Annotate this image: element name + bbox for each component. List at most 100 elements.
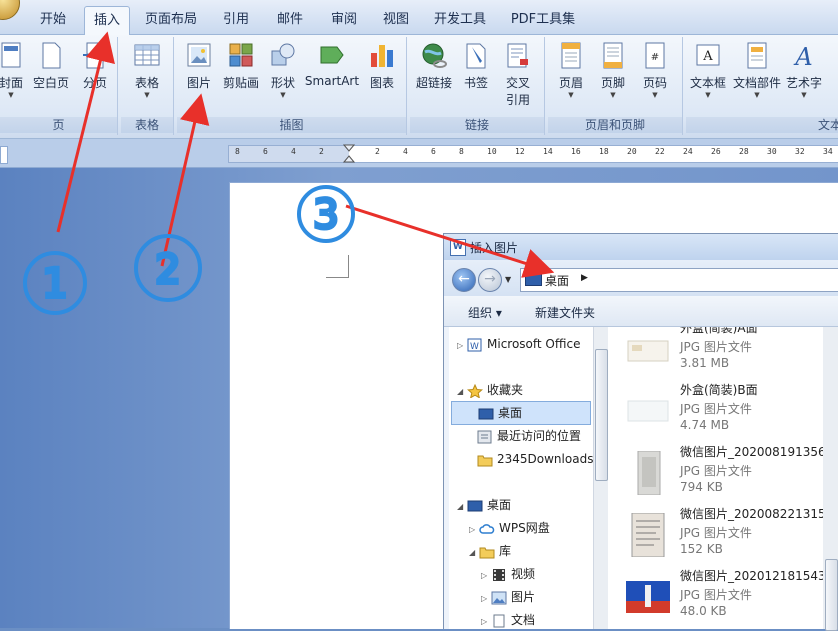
word-icon: W (450, 239, 466, 256)
group-table-label: 表格 (121, 117, 173, 133)
file-name: 外盒(简装)A面 (680, 327, 758, 335)
vertical-ruler (0, 146, 8, 164)
expand-icon[interactable]: ▷ (481, 611, 491, 629)
collapse-icon[interactable]: ◢ (457, 381, 467, 403)
cross-reference-button[interactable]: 交叉 引用 (500, 41, 536, 108)
nav-item-videos[interactable]: ▷ 视频 (481, 563, 535, 585)
ribbon-tab-bar: 开始 插入 页面布局 引用 邮件 审阅 视图 开发工具 PDF工具集 (0, 0, 838, 35)
nav-item-library[interactable]: ◢ 库 (469, 540, 511, 562)
ruler-tick-label: 20 (627, 147, 637, 156)
nav-label: 图片 (511, 590, 536, 604)
indent-marker-icon[interactable] (343, 144, 355, 164)
table-button[interactable]: 表格 ▼ (129, 41, 165, 99)
nav-item-documents[interactable]: ▷ 文档 (481, 609, 535, 629)
expand-icon[interactable]: ▷ (457, 335, 467, 357)
cover-button[interactable]: 封面 ▼ (0, 41, 26, 99)
tab-home[interactable]: 开始 (30, 8, 76, 32)
tab-insert[interactable]: 插入 (84, 6, 130, 35)
chart-button[interactable]: 图表 (365, 41, 399, 91)
nav-item-pictures[interactable]: ▷ 图片 (481, 586, 535, 608)
word-icon: W (467, 338, 482, 352)
file-size: 48.0 KB (680, 604, 727, 618)
office-button[interactable] (0, 0, 20, 20)
file-item[interactable]: 外盒(简装)A面 JPG 图片文件 3.81 MB (608, 327, 823, 381)
nav-item-favorites[interactable]: ◢ 收藏夹 (457, 379, 523, 401)
blank-page-button[interactable]: 空白页 (30, 41, 72, 91)
page-number-button[interactable]: # 页码 ▼ (638, 41, 672, 99)
file-size: 4.74 MB (680, 418, 730, 432)
expand-icon[interactable]: ▷ (481, 565, 491, 587)
organize-button[interactable]: 组织 ▾ (468, 304, 502, 321)
file-item[interactable]: 微信图片_20200819135636 JPG 图片文件 794 KB (608, 443, 823, 505)
wordart-icon: A (793, 43, 812, 71)
file-item[interactable]: 微信图片_20201218154334 JPG 图片文件 48.0 KB (608, 567, 823, 629)
nav-item-desktop[interactable]: ◢ 桌面 (457, 494, 511, 516)
quick-parts-icon (747, 42, 767, 69)
ruler-margin (229, 146, 349, 162)
tab-view[interactable]: 视图 (374, 8, 418, 32)
tab-review[interactable]: 审阅 (322, 8, 366, 32)
hyperlink-button[interactable]: 超链接 (414, 41, 454, 91)
group-illustrations: 图片 剪贴画 形状 ▼ SmartArt 图表 插图 (177, 37, 407, 135)
blank-page-label: 空白页 (32, 76, 69, 90)
quick-parts-label: 文档部件 (732, 76, 781, 90)
scrollbar-thumb[interactable] (825, 559, 838, 631)
nav-item-ms-office[interactable]: ▷ W Microsoft Office (457, 333, 580, 355)
cover-page-icon (1, 42, 21, 68)
quick-parts-button[interactable]: 文档部件 ▼ (732, 41, 782, 99)
dialog-title: 插入图片 (470, 241, 519, 255)
nav-label: 桌面 (498, 406, 523, 420)
tab-mailings[interactable]: 邮件 (268, 8, 312, 32)
header-button[interactable]: 页眉 ▼ (554, 41, 588, 99)
arrow-right-icon: → (484, 271, 496, 287)
group-header-footer-label: 页眉和页脚 (548, 117, 682, 133)
ribbon: 封面 ▼ 空白页 分页 页 表格 ▼ 表格 图片 剪贴画 形状 ▼ SmartA… (0, 35, 838, 139)
expand-icon[interactable]: ▷ (469, 519, 479, 541)
page-break-button[interactable]: 分页 (78, 41, 112, 91)
picture-label: 图片 (186, 76, 211, 90)
horizontal-ruler[interactable]: 8 6 4 2 2 4 6 8 10 12 14 16 18 20 22 24 26 28 30 32 34 (228, 144, 838, 164)
clipart-button[interactable]: 剪贴画 (221, 41, 261, 91)
tab-pdf-tools[interactable]: PDF工具集 (505, 8, 581, 32)
collapse-icon[interactable]: ◢ (469, 542, 479, 564)
cross-reference-label-2: 引用 (505, 93, 530, 107)
footer-button[interactable]: 页脚 ▼ (596, 41, 630, 99)
file-type: JPG 图片文件 (680, 526, 752, 540)
back-button[interactable]: ← (452, 268, 476, 292)
address-field[interactable]: 桌面 ▶ (520, 268, 838, 292)
bookmark-button[interactable]: 书签 (458, 41, 494, 91)
file-item[interactable]: 外盒(简装)B面 JPG 图片文件 4.74 MB (608, 381, 823, 443)
tab-developer[interactable]: 开发工具 (428, 8, 492, 32)
file-item[interactable]: 微信图片_20200822131542 JPG 图片文件 152 KB (608, 505, 823, 567)
ruler-tick-label: 16 (571, 147, 581, 156)
wordart-button[interactable]: A 艺术字 ▼ (784, 41, 824, 99)
navigation-scrollbar[interactable] (593, 327, 608, 629)
nav-item-recent[interactable]: 最近访问的位置 (477, 425, 581, 447)
collapse-icon[interactable]: ◢ (457, 496, 467, 518)
tab-references[interactable]: 引用 (214, 8, 258, 32)
shapes-button[interactable]: 形状 ▼ (267, 41, 299, 99)
ruler-bar: 8 6 4 2 2 4 6 8 10 12 14 16 18 20 22 24 26 28 30 32 34 (0, 139, 838, 168)
nav-item-downloads[interactable]: 2345Downloads (477, 448, 593, 470)
forward-button[interactable]: → (478, 268, 502, 292)
file-list: 外盒(简装)A面 JPG 图片文件 3.81 MB 外盒(简装)B面 JPG 图… (608, 327, 823, 629)
nav-item-wps[interactable]: ▷ WPS网盘 (469, 517, 550, 539)
nav-label: 桌面 (487, 498, 512, 512)
nav-label: Microsoft Office (487, 337, 581, 351)
history-dropdown-icon[interactable]: ▼ (505, 275, 511, 284)
nav-label: WPS网盘 (499, 521, 550, 535)
new-folder-button[interactable]: 新建文件夹 (535, 304, 595, 321)
chevron-down-icon: ▼ (8, 91, 14, 99)
tab-page-layout[interactable]: 页面布局 (140, 8, 202, 32)
expand-icon[interactable]: ▷ (481, 588, 491, 610)
breadcrumb-arrow-icon[interactable]: ▶ (581, 273, 588, 283)
nav-item-desktop-favorite[interactable]: 桌面 (451, 401, 591, 425)
clipart-icon (229, 43, 253, 67)
smartart-button[interactable]: SmartArt (303, 41, 361, 88)
scrollbar-thumb[interactable] (595, 349, 608, 481)
video-icon (493, 568, 505, 581)
picture-button[interactable]: 图片 (183, 41, 215, 91)
file-list-scrollbar[interactable] (823, 327, 838, 631)
textbox-button[interactable]: A 文本框 ▼ (688, 41, 728, 99)
shapes-icon (271, 43, 295, 66)
